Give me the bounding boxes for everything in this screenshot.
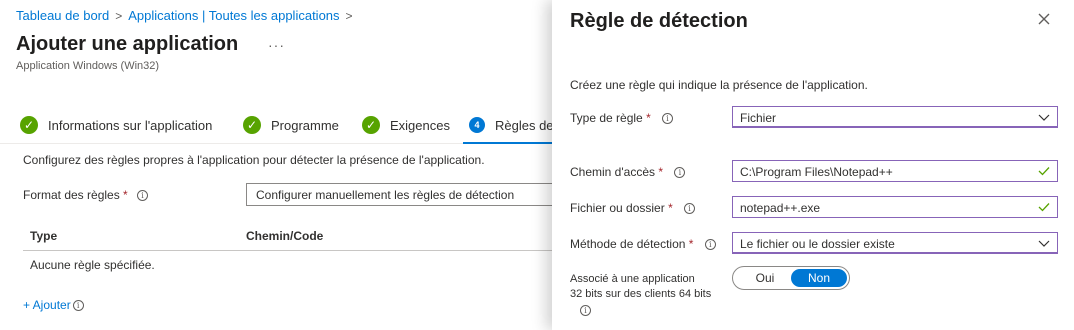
info-icon[interactable]: i xyxy=(674,167,686,178)
step-program[interactable]: ✓ Programme xyxy=(243,116,339,134)
checkmark-icon: ✓ xyxy=(362,116,380,134)
checkmark-icon xyxy=(1038,165,1050,180)
rule-type-value: Fichier xyxy=(740,111,777,125)
rule-type-dropdown[interactable]: Fichier xyxy=(732,106,1058,128)
info-icon[interactable]: i xyxy=(662,113,674,124)
add-app-page: Tableau de bord > Applications | Toutes le… xyxy=(0,0,566,330)
panel-description: Créez une règle qui indique la présence … xyxy=(570,78,868,92)
column-header-path-code: Chemin/Code xyxy=(246,229,324,243)
rule-type-label: Type de règle * i xyxy=(570,111,674,125)
page-title: Ajouter une application xyxy=(16,33,239,55)
path-label: Chemin d'accès * i xyxy=(570,165,686,179)
add-rule-button[interactable]: + Ajouter i xyxy=(23,298,84,312)
current-step-indicator xyxy=(463,142,552,144)
breadcrumb-separator: > xyxy=(115,9,123,23)
column-header-type: Type xyxy=(30,229,58,243)
associated-32bit-toggle[interactable]: Oui Non xyxy=(732,266,850,290)
table-header-divider xyxy=(23,250,552,251)
required-asterisk: * xyxy=(658,165,664,179)
info-icon[interactable]: i xyxy=(684,203,696,214)
rules-format-dropdown[interactable]: Configurer manuellement les règles de dé… xyxy=(246,183,566,206)
panel-title: Règle de détection xyxy=(570,10,748,32)
path-value: C:\Program Files\Notepad++ xyxy=(740,165,893,179)
detection-method-dropdown[interactable]: Le fichier ou le dossier existe xyxy=(732,232,1058,254)
checkmark-icon xyxy=(1038,201,1050,216)
required-asterisk: * xyxy=(646,111,651,125)
associated-32bit-label: Associé à une application 32 bits sur de… xyxy=(570,273,712,316)
required-asterisk: * xyxy=(668,201,673,215)
checkmark-icon: ✓ xyxy=(20,116,38,134)
file-or-folder-label: Fichier ou dossier * i xyxy=(570,201,696,215)
required-asterisk: * xyxy=(688,237,694,251)
close-icon[interactable] xyxy=(1036,11,1052,27)
breadcrumb-dashboard[interactable]: Tableau de bord xyxy=(16,8,109,23)
detection-method-label: Méthode de détection * i xyxy=(570,237,716,251)
page-subtitle: Application Windows (Win32) xyxy=(16,60,160,72)
file-or-folder-input[interactable]: notepad++.exe xyxy=(732,196,1058,218)
checkmark-icon: ✓ xyxy=(243,116,261,134)
empty-rules-text: Aucune règle spécifiée. xyxy=(30,258,155,272)
breadcrumb-all-apps[interactable]: Applications | Toutes les applications xyxy=(128,8,339,23)
chevron-down-icon xyxy=(1038,237,1050,252)
info-icon[interactable]: i xyxy=(704,239,716,250)
rules-format-label: Format des règles * i xyxy=(23,188,149,202)
required-asterisk: * xyxy=(123,188,128,202)
breadcrumb-separator: > xyxy=(345,9,353,23)
path-input[interactable]: C:\Program Files\Notepad++ xyxy=(732,160,1058,182)
step-requirements[interactable]: ✓ Exigences xyxy=(362,116,450,134)
step-label: Informations sur l'application xyxy=(48,117,213,133)
step-label: Règles de xyxy=(495,117,554,133)
detection-rule-panel: Règle de détection Créez une règle qui i… xyxy=(552,0,1074,330)
detection-description: Configurez des règles propres à l'applic… xyxy=(23,153,485,167)
detection-method-value: Le fichier ou le dossier existe xyxy=(740,237,895,251)
info-icon[interactable]: i xyxy=(580,305,591,316)
info-icon[interactable]: i xyxy=(137,190,149,201)
step-label: Exigences xyxy=(390,117,450,133)
breadcrumb: Tableau de bord > Applications | Toutes le… xyxy=(16,8,359,23)
step-detection-rules[interactable]: 4 Règles de xyxy=(469,116,554,134)
info-icon[interactable]: i xyxy=(72,300,84,311)
file-or-folder-value: notepad++.exe xyxy=(740,201,821,215)
more-actions-button[interactable]: ··· xyxy=(268,37,285,53)
step-number-badge: 4 xyxy=(469,117,485,133)
toggle-option-non[interactable]: Non xyxy=(791,269,847,287)
chevron-down-icon xyxy=(1038,111,1050,126)
step-app-info[interactable]: ✓ Informations sur l'application xyxy=(20,116,212,134)
toggle-option-oui[interactable]: Oui xyxy=(739,269,791,287)
step-label: Programme xyxy=(271,117,339,133)
